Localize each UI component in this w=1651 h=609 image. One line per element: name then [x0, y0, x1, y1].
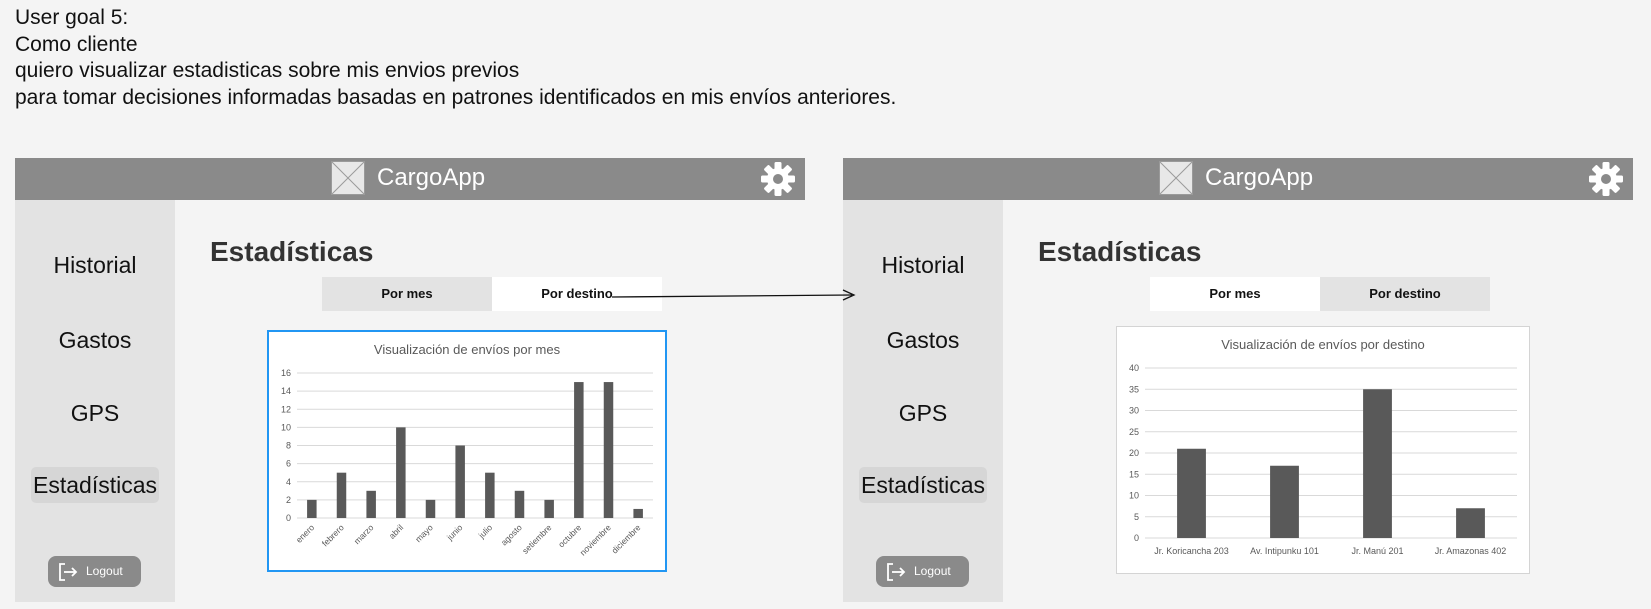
- sidebar-item-gps[interactable]: GPS: [843, 400, 1003, 427]
- user-goal-line: para tomar decisiones informadas basadas…: [15, 85, 897, 109]
- gear-icon[interactable]: [760, 161, 796, 197]
- top-bar: CargoApp: [843, 158, 1633, 200]
- x-tick-label: abril: [387, 522, 406, 541]
- y-tick-label: 30: [1129, 406, 1139, 416]
- y-tick-label: 4: [286, 477, 291, 487]
- bar: [544, 499, 554, 518]
- chart-svg: Visualización de envíos por destino 0 5 10 1…: [1129, 337, 1517, 556]
- logout-icon: [59, 563, 78, 581]
- bar: [514, 490, 525, 518]
- bar: [574, 382, 584, 518]
- image-placeholder-icon: [331, 161, 365, 195]
- tab-por-destino[interactable]: Por destino: [1320, 277, 1490, 311]
- bar: [1456, 508, 1485, 538]
- y-tick-label: 0: [1134, 533, 1139, 543]
- y-tick-label: 16: [281, 368, 291, 378]
- y-tick-label: 6: [286, 459, 291, 469]
- page-title: Estadísticas: [210, 236, 374, 267]
- y-tick-label: 12: [281, 404, 291, 414]
- y-tick-label: 15: [1129, 469, 1139, 479]
- logout-button[interactable]: Logout: [876, 556, 969, 587]
- y-tick-label: 8: [286, 441, 291, 451]
- x-tick-label: diciembre: [609, 522, 642, 555]
- y-tick-label: 5: [1134, 512, 1139, 522]
- app-screen-por-destino-view: CargoApp Historial Gastos GPS Estadístic…: [843, 158, 1633, 602]
- logout-icon: [887, 563, 906, 581]
- bar: [1363, 389, 1392, 538]
- image-placeholder-icon: [1159, 161, 1193, 195]
- x-tick-label: octubre: [556, 522, 583, 549]
- sidebar: Historial Gastos GPS Estadísticas Logout: [843, 200, 1003, 602]
- bar: [1270, 465, 1299, 538]
- y-tick-label: 40: [1129, 363, 1139, 373]
- gear-icon[interactable]: [1588, 161, 1624, 197]
- y-tick-label: 14: [281, 386, 291, 396]
- x-tick-label: Av. Intipunku 101: [1250, 546, 1319, 556]
- bar: [455, 445, 465, 518]
- x-tick-label: noviembre: [578, 522, 613, 557]
- bar: [425, 499, 436, 518]
- sidebar-item-gastos[interactable]: Gastos: [843, 327, 1003, 354]
- sidebar-item-historial[interactable]: Historial: [15, 252, 175, 279]
- y-tick-label: 10: [281, 422, 291, 432]
- bar: [307, 499, 317, 518]
- chart-envios-por-mes: Visualización de envíos por mes 0 2 4 6 8 10 12…: [267, 330, 667, 572]
- chart-envios-por-destino: Visualización de envíos por destino 0 5 10 1…: [1116, 326, 1530, 574]
- chart-title: Visualización de envíos por destino: [1221, 337, 1425, 352]
- sidebar-item-estadisticas[interactable]: Estadísticas: [859, 467, 987, 503]
- sidebar-item-historial[interactable]: Historial: [843, 252, 1003, 279]
- bar: [396, 427, 406, 518]
- bar: [485, 472, 495, 518]
- x-tick-label: febrero: [320, 522, 346, 548]
- logout-label: Logout: [86, 564, 123, 578]
- bar: [633, 508, 643, 518]
- x-tick-label: junio: [444, 522, 465, 543]
- x-tick-label: Jr. Amazonas 402: [1435, 546, 1507, 556]
- x-tick-label: mayo: [413, 522, 435, 544]
- sidebar-item-gastos[interactable]: Gastos: [15, 327, 175, 354]
- y-tick-label: 20: [1129, 448, 1139, 458]
- bar: [366, 490, 376, 518]
- x-tick-label: agosto: [499, 522, 524, 547]
- tab-por-mes[interactable]: Por mes: [322, 277, 492, 311]
- bar: [336, 472, 347, 518]
- bar: [603, 382, 614, 518]
- y-tick-label: 0: [286, 513, 291, 523]
- app-title: CargoApp: [1205, 164, 1314, 191]
- x-tick-label: Jr. Koricancha 203: [1154, 546, 1229, 556]
- user-goal-line: User goal 5:: [15, 6, 129, 29]
- tab-group: Por mes Por destino: [322, 277, 662, 311]
- y-tick-label: 25: [1129, 427, 1139, 437]
- chart-title: Visualización de envíos por mes: [374, 342, 561, 357]
- logout-button[interactable]: Logout: [48, 556, 141, 587]
- y-tick-label: 35: [1129, 384, 1139, 394]
- app-title: CargoApp: [377, 164, 486, 191]
- sidebar: Historial Gastos GPS Estadísticas Logout: [15, 200, 175, 602]
- top-bar: CargoApp: [15, 158, 805, 200]
- app-screen-por-mes-view: CargoApp Historial Gastos GPS Estadístic…: [15, 158, 805, 602]
- tab-por-destino[interactable]: Por destino: [492, 277, 662, 311]
- bar: [1177, 448, 1206, 538]
- chart-svg: Visualización de envíos por mes 0 2 4 6 8 10 12…: [281, 342, 653, 557]
- y-tick-label: 2: [286, 495, 291, 505]
- user-goal-line: quiero visualizar estadisticas sobre mis…: [15, 59, 520, 82]
- x-tick-label: setiembre: [520, 522, 554, 556]
- user-goal-line: Como cliente: [15, 32, 138, 56]
- user-goal-text: User goal 5: Como cliente quiero visuali…: [15, 5, 896, 111]
- tab-por-mes[interactable]: Por mes: [1150, 277, 1320, 311]
- tab-group: Por mes Por destino: [1150, 277, 1490, 311]
- sidebar-item-gps[interactable]: GPS: [15, 400, 175, 427]
- page-title: Estadísticas: [1038, 236, 1202, 267]
- x-tick-label: enero: [294, 522, 317, 545]
- x-tick-label: Jr. Manú 201: [1351, 546, 1403, 556]
- sidebar-item-estadisticas[interactable]: Estadísticas: [31, 467, 159, 503]
- y-tick-label: 10: [1129, 491, 1139, 501]
- x-tick-label: julio: [476, 522, 495, 541]
- x-tick-label: marzo: [352, 522, 376, 546]
- logout-label: Logout: [914, 564, 951, 578]
